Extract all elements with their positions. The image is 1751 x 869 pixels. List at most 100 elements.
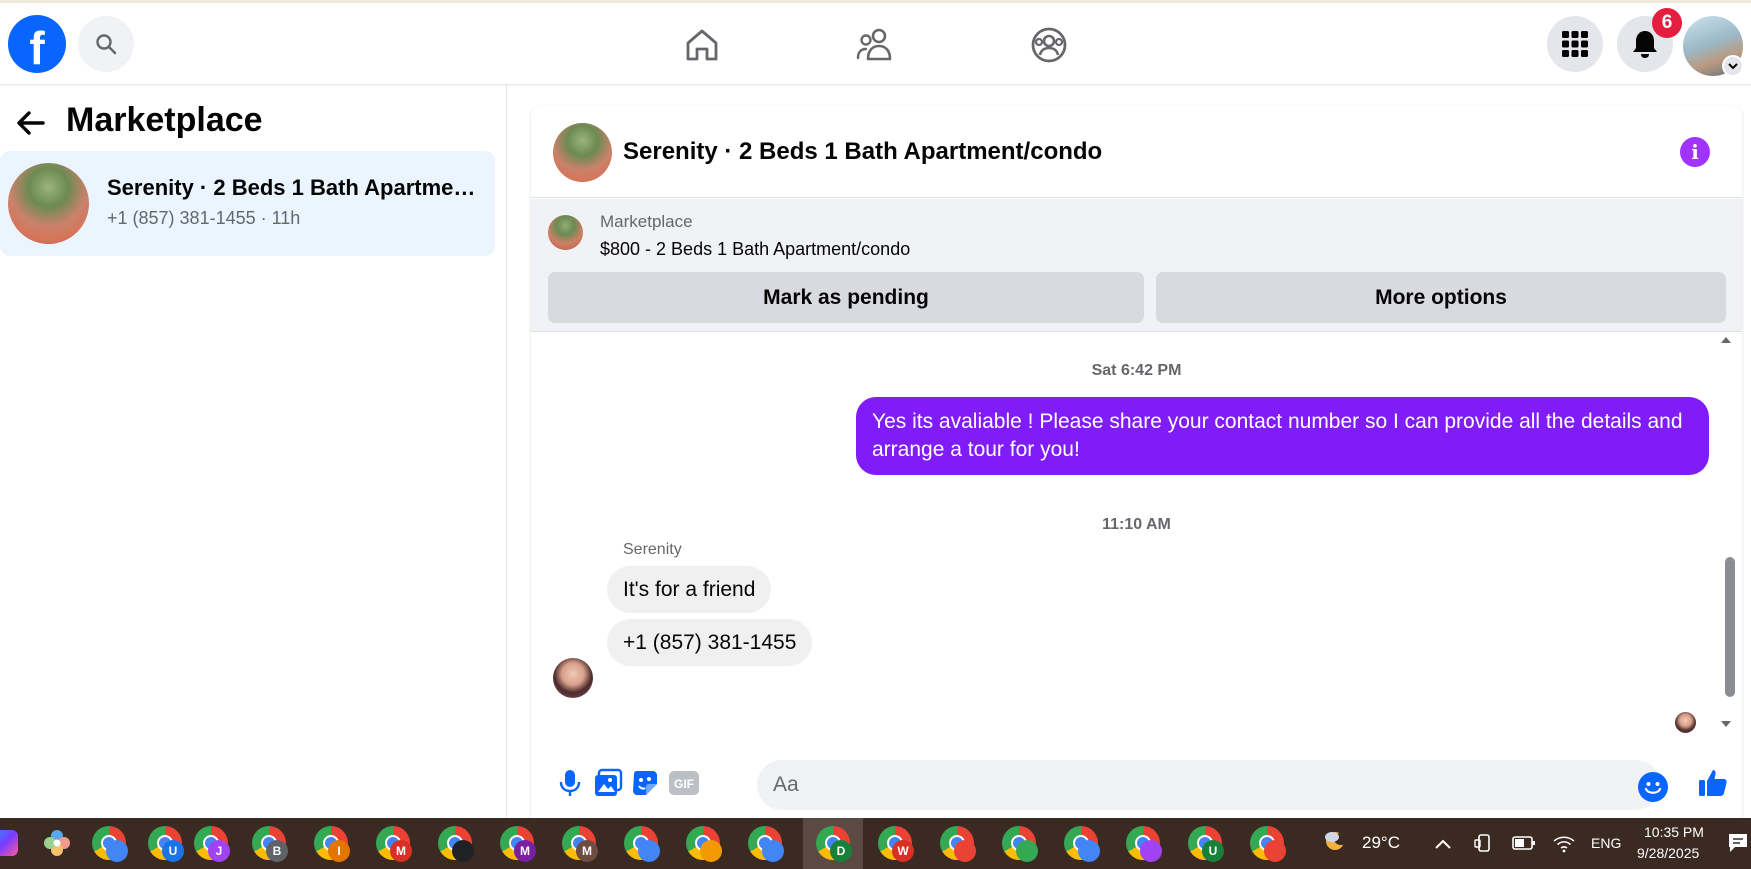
conversation-list-panel: Marketplace Serenity · 2 Beds 1 Bath Apa… xyxy=(0,84,507,818)
taskbar-chrome-window[interactable]: W xyxy=(878,826,914,862)
profile-badge: D xyxy=(830,840,852,862)
sticker-icon xyxy=(633,771,657,795)
taskbar-chrome-window[interactable] xyxy=(748,826,784,862)
facebook-logo[interactable]: f xyxy=(8,15,66,73)
incoming-message[interactable]: +1 (857) 381-1455 xyxy=(607,619,813,666)
listing-price[interactable]: $800 - 2 Beds 1 Bath Apartment/condo xyxy=(600,239,910,260)
home-nav-button[interactable] xyxy=(680,23,724,67)
outgoing-message[interactable]: Yes its avaliable ! Please share your co… xyxy=(856,397,1709,475)
conversation-item[interactable]: Serenity · 2 Beds 1 Bath Apartment/condo… xyxy=(0,151,495,256)
chevron-up-icon[interactable] xyxy=(1434,838,1452,850)
windows-taskbar: U J B I M M M D W U 29°C ENG 10:35 PM 9/28/2025 xyxy=(0,818,1751,869)
info-button[interactable]: i xyxy=(1680,137,1710,167)
info-icon: i xyxy=(1691,140,1699,164)
listing-small-thumbnail[interactable] xyxy=(548,215,583,250)
emoji-button[interactable] xyxy=(1638,772,1668,802)
attach-photo-button[interactable] xyxy=(591,766,625,800)
groups-icon xyxy=(1031,27,1067,63)
taskbar-chrome-window[interactable]: D xyxy=(816,826,852,862)
copilot-icon[interactable] xyxy=(0,830,18,856)
taskbar-chrome-window[interactable] xyxy=(92,826,128,862)
message-thread: Sat 6:42 PM Yes its avaliable ! Please s… xyxy=(531,333,1742,743)
home-icon xyxy=(686,29,718,61)
taskbar-chrome-window[interactable] xyxy=(686,826,722,862)
pinned-app-icon[interactable] xyxy=(42,828,72,858)
search-button[interactable] xyxy=(78,16,134,72)
friends-nav-button[interactable] xyxy=(853,23,897,67)
taskbar-chrome-window[interactable]: B xyxy=(252,826,288,862)
battery-icon[interactable] xyxy=(1512,835,1536,851)
profile-badge xyxy=(106,840,128,862)
microphone-icon xyxy=(559,770,581,796)
profile-badge xyxy=(452,840,474,862)
phone-link-icon[interactable] xyxy=(1474,833,1494,853)
profile-badge xyxy=(1140,840,1162,862)
photo-gallery-icon xyxy=(595,768,623,796)
gif-button[interactable]: GIF xyxy=(666,766,702,800)
profile-badge: W xyxy=(892,840,914,862)
taskbar-chrome-window[interactable] xyxy=(1250,826,1286,862)
taskbar-chrome-window[interactable]: I xyxy=(314,826,350,862)
account-menu-button[interactable] xyxy=(1722,55,1744,77)
svg-text:GIF: GIF xyxy=(674,777,694,791)
message-timestamp: 11:10 AM xyxy=(1102,516,1171,533)
search-icon xyxy=(96,34,117,55)
voice-clip-button[interactable] xyxy=(553,766,587,800)
taskbar-chrome-window[interactable] xyxy=(940,826,976,862)
back-button[interactable] xyxy=(14,106,48,140)
conversation-title: Serenity · 2 Beds 1 Bath Apartment/condo xyxy=(107,175,477,200)
clock-time[interactable]: 10:35 PM xyxy=(1644,824,1704,840)
profile-badge: I xyxy=(328,840,350,862)
sender-avatar[interactable] xyxy=(553,658,593,698)
message-input[interactable] xyxy=(757,760,1661,810)
seen-indicator-avatar xyxy=(1675,712,1696,733)
taskbar-chrome-window[interactable] xyxy=(624,826,660,862)
taskbar-chrome-window[interactable]: J xyxy=(194,826,230,862)
wifi-icon[interactable] xyxy=(1553,835,1575,853)
taskbar-chrome-window[interactable]: U xyxy=(1188,826,1224,862)
profile-badge: M xyxy=(576,840,598,862)
thumbs-up-icon xyxy=(1699,770,1727,796)
profile-badge: M xyxy=(390,840,412,862)
mark-as-pending-button[interactable]: Mark as pending xyxy=(548,272,1144,323)
chat-panel: Serenity · 2 Beds 1 Bath Apartment/condo… xyxy=(531,106,1742,818)
scroll-down-arrow-icon xyxy=(1721,721,1731,727)
sticker-button[interactable] xyxy=(628,766,662,800)
taskbar-chrome-window[interactable] xyxy=(1002,826,1038,862)
profile-badge xyxy=(700,840,722,862)
chat-header: Serenity · 2 Beds 1 Bath Apartment/condo… xyxy=(531,106,1742,198)
like-button[interactable] xyxy=(1696,766,1730,800)
profile-badge xyxy=(1264,840,1286,862)
taskbar-chrome-window[interactable] xyxy=(1126,826,1162,862)
taskbar-chrome-window[interactable] xyxy=(1064,826,1100,862)
incoming-message[interactable]: It's for a friend xyxy=(607,566,772,613)
gif-icon: GIF xyxy=(669,771,699,795)
menu-button[interactable] xyxy=(1547,16,1603,72)
profile-badge xyxy=(762,840,784,862)
flower-icon xyxy=(44,830,70,856)
groups-nav-button[interactable] xyxy=(1027,23,1071,67)
taskbar-chrome-window[interactable]: M xyxy=(500,826,536,862)
profile-badge: U xyxy=(1202,840,1224,862)
taskbar-chrome-window[interactable] xyxy=(438,826,474,862)
profile-badge: U xyxy=(162,840,184,862)
taskbar-chrome-window[interactable]: U xyxy=(148,826,184,862)
taskbar-chrome-window[interactable]: M xyxy=(562,826,598,862)
bell-icon xyxy=(1633,31,1657,58)
smiley-icon xyxy=(1644,782,1662,794)
chat-header-thumbnail[interactable] xyxy=(553,123,612,182)
taskbar-chrome-window[interactable]: M xyxy=(376,826,412,862)
chat-title[interactable]: Serenity · 2 Beds 1 Bath Apartment/condo xyxy=(623,138,1102,166)
weather-temperature[interactable]: 29°C xyxy=(1362,833,1400,853)
more-options-button[interactable]: More options xyxy=(1156,272,1726,323)
clock-date[interactable]: 9/28/2025 xyxy=(1637,845,1699,861)
weather-icon[interactable] xyxy=(1322,828,1352,858)
profile-badge xyxy=(1016,840,1038,862)
profile-badge xyxy=(954,840,976,862)
language-indicator[interactable]: ENG xyxy=(1591,835,1621,851)
scroll-up-arrow-icon xyxy=(1721,337,1731,343)
message-composer: GIF xyxy=(531,746,1742,818)
notification-center-icon[interactable] xyxy=(1727,832,1749,854)
scrollbar-thumb[interactable] xyxy=(1725,557,1735,697)
arrow-left-icon xyxy=(17,111,45,135)
